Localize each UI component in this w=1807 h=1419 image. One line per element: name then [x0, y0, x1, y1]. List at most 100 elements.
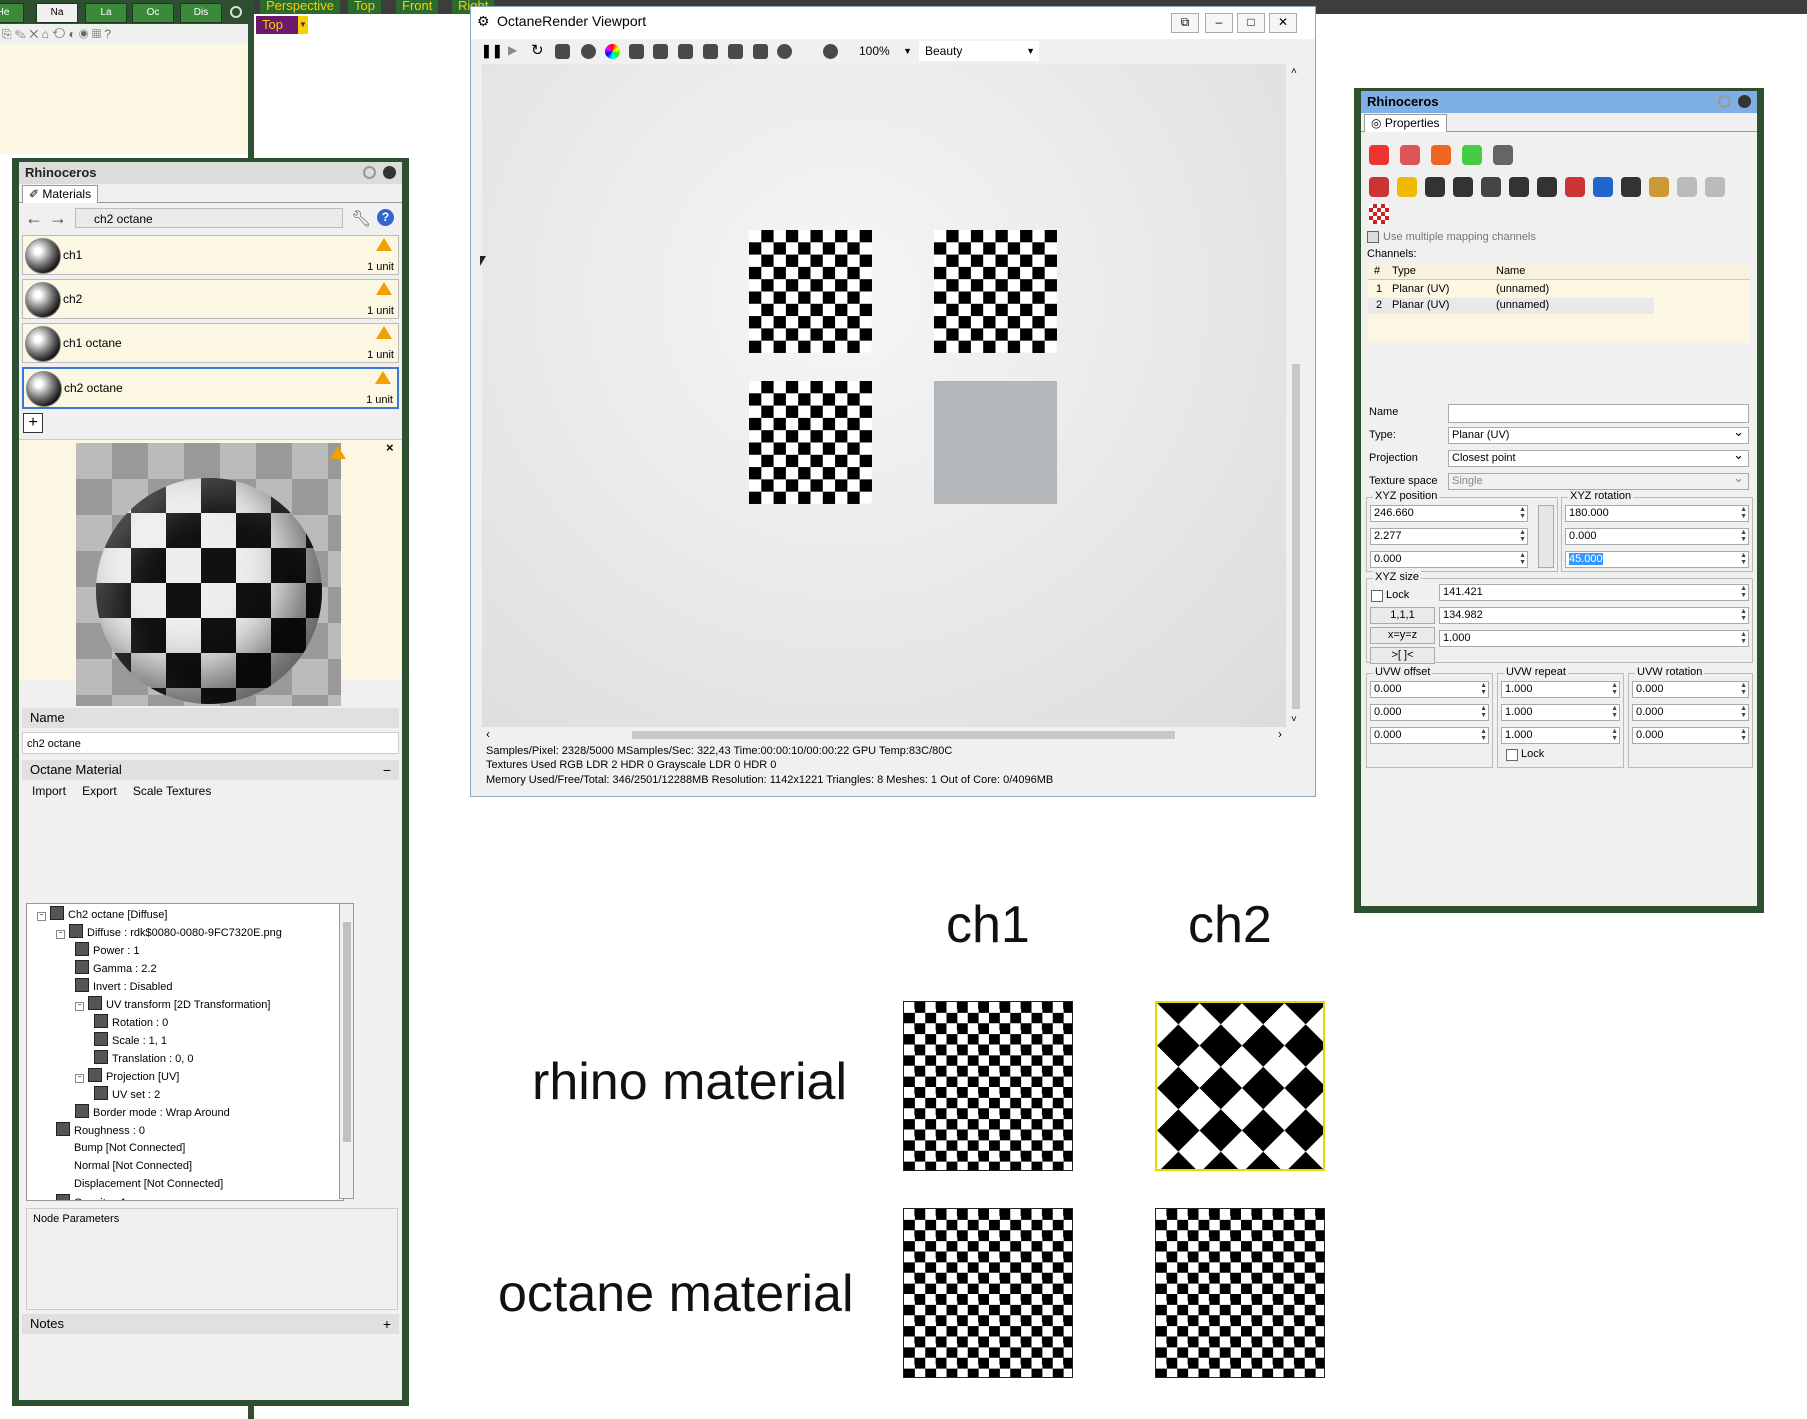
add-material-button[interactable]: +: [23, 413, 43, 433]
tool-icon[interactable]: [703, 44, 718, 59]
tab-front[interactable]: Front: [396, 0, 439, 14]
material-item-ch1[interactable]: ch1 1 unit: [22, 235, 399, 275]
close-preview-icon[interactable]: ×: [386, 440, 394, 455]
spinner-icon[interactable]: ▲ ▼: [1519, 529, 1526, 543]
texture-tool-icon[interactable]: [1537, 177, 1557, 197]
tab-properties[interactable]: ◎ Properties: [1364, 114, 1447, 132]
restore-icon[interactable]: ⧉: [1171, 13, 1199, 33]
checker-texture-icon[interactable]: [1369, 204, 1389, 224]
preview-image[interactable]: [76, 443, 341, 706]
tool-icon[interactable]: [555, 44, 570, 59]
tab-named-views[interactable]: Na: [36, 3, 78, 23]
pick-point-button[interactable]: [1538, 505, 1554, 568]
tab-top[interactable]: Top: [348, 0, 381, 14]
tool-icon[interactable]: [678, 44, 693, 59]
wrench-icon[interactable]: 🔧︎: [351, 209, 371, 229]
scroll-down-icon[interactable]: ˅: [1291, 714, 1297, 725]
texture-tool-icon[interactable]: [1453, 177, 1473, 197]
zoom-select[interactable]: 100% ▼: [855, 41, 914, 61]
tree-scrollbar[interactable]: [339, 903, 354, 1199]
tree-node[interactable]: Rotation : 0: [94, 1014, 168, 1030]
maximize-button[interactable]: □: [1237, 13, 1265, 33]
spinner-icon[interactable]: ▲ ▼: [1519, 506, 1526, 520]
size-x-input[interactable]: 141.421 ▲ ▼: [1439, 584, 1749, 601]
spinner-icon[interactable]: ▲ ▼: [1740, 506, 1747, 520]
pause-icon[interactable]: ❚❚: [481, 43, 503, 59]
tree-node[interactable]: UV set : 2: [94, 1086, 160, 1102]
tree-node[interactable]: Normal [Not Connected]: [56, 1158, 192, 1174]
spinner-icon[interactable]: ▲ ▼: [1611, 682, 1618, 696]
spinner-icon[interactable]: ▲ ▼: [1740, 529, 1747, 543]
tree-node[interactable]: Power : 1: [75, 942, 139, 958]
tab-octane[interactable]: Oc: [132, 3, 174, 23]
scrollbar-thumb[interactable]: [632, 731, 1175, 739]
collapse-icon[interactable]: −: [383, 760, 391, 780]
use-multiple-mapping-checkbox[interactable]: [1367, 231, 1379, 243]
texture-tool-icon[interactable]: [1649, 177, 1669, 197]
tree-node[interactable]: Border mode : Wrap Around: [75, 1104, 230, 1120]
node-tree[interactable]: − Ch2 octane [Diffuse] − Diffuse : rdk$0080…: [26, 903, 344, 1201]
back-arrow-icon[interactable]: ←: [25, 209, 43, 227]
type-select[interactable]: Planar (UV): [1448, 427, 1749, 444]
tree-node[interactable]: − Ch2 octane [Diffuse]: [37, 906, 167, 922]
tree-node[interactable]: − Projection [UV]: [75, 1068, 179, 1084]
color-icon[interactable]: [605, 44, 620, 59]
property-page-icon[interactable]: [1400, 145, 1420, 165]
spinner-icon[interactable]: ▲ ▼: [1740, 682, 1747, 696]
expand-toggle-icon[interactable]: −: [75, 1074, 84, 1083]
chevron-down-icon[interactable]: ▼: [298, 16, 308, 34]
sphere-icon[interactable]: [581, 44, 596, 59]
spinner-icon[interactable]: ▲ ▼: [1611, 728, 1618, 742]
table-row[interactable]: 2 Planar (UV) (unnamed): [1368, 298, 1654, 314]
octane-material-section[interactable]: Octane Material −: [22, 760, 399, 780]
notes-section-header[interactable]: Notes +: [22, 1314, 399, 1334]
position-z-input[interactable]: 0.000 ▲ ▼: [1370, 551, 1528, 568]
texture-tool-icon[interactable]: [1677, 177, 1697, 197]
spinner-icon[interactable]: ▲ ▼: [1740, 552, 1747, 566]
spinner-icon[interactable]: ▲ ▼: [1740, 728, 1747, 742]
texture-tool-icon[interactable]: [1481, 177, 1501, 197]
tree-node[interactable]: Gamma : 2.2: [75, 960, 157, 976]
breadcrumb[interactable]: ch2 octane: [75, 208, 343, 228]
spinner-icon[interactable]: ▲ ▼: [1611, 705, 1618, 719]
tab-help[interactable]: He: [0, 3, 24, 23]
import-button[interactable]: Import: [32, 784, 66, 798]
property-page-icon[interactable]: [1431, 145, 1451, 165]
texture-tool-icon[interactable]: [1705, 177, 1725, 197]
uvw-offset-u-input[interactable]: 0.000 ▲ ▼: [1370, 681, 1489, 698]
size-fit-button[interactable]: >[ ]<: [1370, 647, 1435, 664]
tree-node[interactable]: Bump [Not Connected]: [56, 1140, 185, 1156]
expand-toggle-icon[interactable]: −: [75, 1002, 84, 1011]
name-section-header[interactable]: Name: [22, 708, 399, 728]
scroll-right-icon[interactable]: ›: [1278, 727, 1282, 741]
material-item-ch2-octane[interactable]: ch2 octane 1 unit: [22, 367, 399, 409]
minimize-button[interactable]: –: [1205, 13, 1233, 33]
render-pass-select[interactable]: Beauty ▼: [919, 41, 1039, 61]
uvw-rotation-u-input[interactable]: 0.000 ▲ ▼: [1632, 681, 1749, 698]
uvw-rotation-w-input[interactable]: 0.000 ▲ ▼: [1632, 727, 1749, 744]
mapping-name-field[interactable]: [1448, 404, 1749, 423]
tree-node[interactable]: − Diffuse : rdk$0080-0080-9FC7320E.png: [56, 924, 282, 940]
texture-tool-icon[interactable]: [1397, 177, 1417, 197]
export-button[interactable]: Export: [82, 784, 117, 798]
camera-icon[interactable]: [653, 44, 668, 59]
vertical-scrollbar[interactable]: ˄ ˅: [1288, 64, 1304, 727]
tree-node[interactable]: Opacity : 1: [56, 1194, 127, 1200]
property-page-icon[interactable]: [1369, 145, 1389, 165]
expand-toggle-icon[interactable]: −: [37, 912, 46, 921]
tab-materials[interactable]: ✐ Materials: [22, 185, 99, 203]
gear-icon[interactable]: [1718, 95, 1731, 108]
render-canvas[interactable]: [482, 64, 1286, 727]
spinner-icon[interactable]: ▲ ▼: [1740, 631, 1747, 645]
tree-node[interactable]: Roughness : 0: [56, 1122, 145, 1138]
close-icon[interactable]: [383, 166, 396, 179]
spinner-icon[interactable]: ▲ ▼: [1740, 608, 1747, 622]
scrollbar-thumb[interactable]: [1292, 364, 1300, 709]
position-x-input[interactable]: 246.660 ▲ ▼: [1370, 505, 1528, 522]
uvw-repeat-u-input[interactable]: 1.000 ▲ ▼: [1501, 681, 1620, 698]
gear-icon[interactable]: [363, 166, 376, 179]
uvw-offset-w-input[interactable]: 0.000 ▲ ▼: [1370, 727, 1489, 744]
tree-node[interactable]: Scale : 1, 1: [94, 1032, 167, 1048]
help-icon[interactable]: ?: [377, 209, 394, 226]
spinner-icon[interactable]: ▲ ▼: [1480, 705, 1487, 719]
